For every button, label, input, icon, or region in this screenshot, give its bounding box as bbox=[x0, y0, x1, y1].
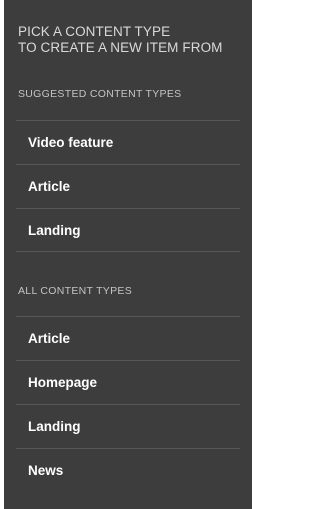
panel-heading-line-1: PICK A CONTENT TYPE bbox=[18, 24, 171, 39]
all-item-article[interactable]: Article bbox=[16, 316, 240, 360]
all-content-types-list: Article Homepage Landing News bbox=[16, 316, 244, 492]
suggested-content-types-list: Video feature Article Landing bbox=[16, 120, 244, 252]
suggested-item-video-feature[interactable]: Video feature bbox=[16, 120, 240, 164]
all-item-landing[interactable]: Landing bbox=[16, 404, 240, 448]
suggested-item-landing[interactable]: Landing bbox=[16, 208, 240, 252]
panel-heading-line-2: TO CREATE A NEW ITEM FROM bbox=[18, 40, 223, 55]
content-type-picker-panel: PICK A CONTENT TYPE TO CREATE A NEW ITEM… bbox=[4, 0, 252, 509]
all-item-homepage[interactable]: Homepage bbox=[16, 360, 240, 404]
all-item-news[interactable]: News bbox=[16, 448, 240, 492]
all-content-types-label: ALL CONTENT TYPES bbox=[18, 285, 133, 297]
panel-heading: PICK A CONTENT TYPE TO CREATE A NEW ITEM… bbox=[18, 24, 244, 56]
suggested-item-article[interactable]: Article bbox=[16, 164, 240, 208]
suggested-content-types-label: SUGGESTED CONTENT TYPES bbox=[18, 88, 182, 100]
